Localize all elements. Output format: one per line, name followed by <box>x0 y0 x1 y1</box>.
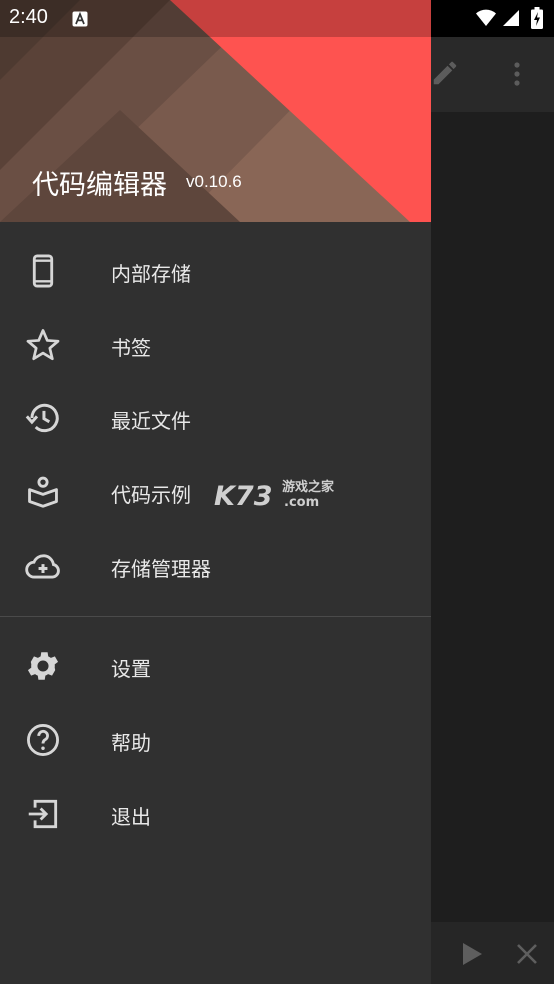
menu-item-internal-storage[interactable]: 内部存储 <box>0 235 431 307</box>
close-icon[interactable] <box>515 942 539 966</box>
cellular-signal-icon <box>503 10 519 26</box>
gear-icon <box>27 652 59 680</box>
menu-label-exit: 退出 <box>111 805 151 829</box>
more-vert-icon[interactable] <box>505 60 529 88</box>
watermark-brand: K73 <box>214 481 273 512</box>
watermark-site-bottom: .com <box>284 495 319 510</box>
menu-item-help[interactable]: 帮助 <box>0 704 431 776</box>
menu-item-settings[interactable]: 设置 <box>0 630 431 702</box>
status-bar: 2:40 <box>0 0 554 37</box>
menu-item-bookmarks[interactable]: 书签 <box>0 309 431 381</box>
help-icon <box>27 724 59 756</box>
menu-label-help: 帮助 <box>111 731 151 755</box>
k73-logo: K73 游戏之家 .com <box>214 479 335 512</box>
menu-divider <box>0 616 431 617</box>
menu-item-storage-manager[interactable]: 存储管理器 <box>0 530 431 602</box>
edit-pencil-icon[interactable] <box>430 58 460 88</box>
battery-charging-icon <box>531 7 543 29</box>
status-time: 2:40 <box>9 6 48 28</box>
wifi-icon <box>476 9 496 27</box>
menu-label-code-samples: 代码示例 <box>111 483 191 507</box>
menu-label-settings: 设置 <box>111 657 151 681</box>
accessibility-a-icon <box>72 11 88 27</box>
history-icon <box>25 403 59 433</box>
phone-icon <box>32 254 54 288</box>
app-title: 代码编辑器 <box>32 170 167 201</box>
navigation-drawer: 代码编辑器 v0.10.6 内部存储 书签 最近文件 代码示例 存储管理器 设置… <box>0 0 431 984</box>
menu-label-internal-storage: 内部存储 <box>111 262 191 286</box>
app-version: v0.10.6 <box>186 172 242 191</box>
k73-watermark: K73 游戏之家 .com <box>214 476 344 516</box>
menu-item-recent-files[interactable]: 最近文件 <box>0 382 431 454</box>
watermark-site-top: 游戏之家 <box>282 479 335 495</box>
book-icon <box>28 476 58 508</box>
menu-label-bookmarks: 书签 <box>111 336 151 360</box>
status-bar-scrim <box>0 0 431 37</box>
play-icon[interactable] <box>459 940 485 968</box>
menu-label-storage-manager: 存储管理器 <box>111 557 211 581</box>
cloud-add-icon <box>25 554 60 579</box>
star-icon <box>26 329 60 361</box>
menu-label-recent-files: 最近文件 <box>111 409 191 433</box>
exit-icon <box>28 799 58 829</box>
menu-item-exit[interactable]: 退出 <box>0 778 431 850</box>
